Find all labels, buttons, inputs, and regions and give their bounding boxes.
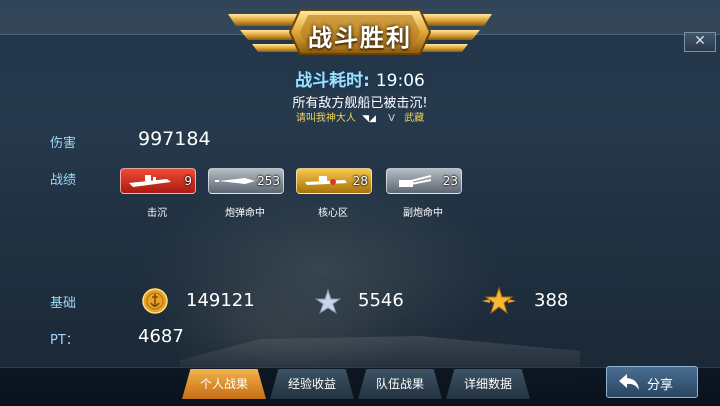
citadel-hit-icon <box>305 176 347 185</box>
secondary-gun-icon <box>399 175 432 187</box>
medal-count: 9 <box>184 174 192 188</box>
medal-sunk[interactable]: 9 <box>120 168 196 194</box>
victory-badge: 战斗胜利 <box>228 4 492 60</box>
vs-label: V <box>388 113 395 124</box>
victory-title: 战斗胜利 <box>308 24 412 52</box>
tab-personal-results[interactable]: 个人战果 <box>182 369 266 399</box>
base-label: 基础 <box>50 296 77 311</box>
medal-label-citadel: 核心区 <box>318 208 348 219</box>
tab-team-results[interactable]: 队伍战果 <box>358 369 442 399</box>
gold-xp-reward: 388 <box>534 290 569 311</box>
damage-label: 伤害 <box>50 136 77 151</box>
matchup-line: 请叫我神大人 ◥◢ V 武藏 <box>0 109 720 124</box>
pt-label: PT： <box>50 333 79 348</box>
warship-sinking-icon <box>129 175 171 187</box>
medal-count: 253 <box>257 174 280 188</box>
medal-label-shell-hit: 炮弹命中 <box>225 208 265 219</box>
medal-label-sunk: 击沉 <box>147 208 167 219</box>
share-label: 分享 <box>647 378 674 393</box>
enemy-name: 武藏 <box>404 113 425 124</box>
player-name: 请叫我神大人 <box>295 113 356 124</box>
close-icon: ✕ <box>694 33 706 49</box>
duration-value: 19:06 <box>375 71 425 91</box>
duration-label: 战斗耗时: <box>295 71 370 91</box>
pt-value: 4687 <box>138 326 184 347</box>
record-label: 战绩 <box>50 173 77 188</box>
share-button[interactable]: 分享 <box>606 366 698 398</box>
medal-citadel[interactable]: 28 <box>296 168 372 194</box>
medal-label-secondary-gun: 副炮命中 <box>403 208 443 219</box>
silver-xp-reward: 5546 <box>358 290 404 311</box>
damage-value: 997184 <box>138 128 211 150</box>
medal-shell-hit[interactable]: 253 <box>208 168 284 194</box>
silver-star-icon <box>314 288 342 319</box>
tab-exp-earnings[interactable]: 经验收益 <box>270 369 354 399</box>
tab-detailed-data[interactable]: 详细数据 <box>446 369 530 399</box>
gold-coin-icon <box>142 288 168 318</box>
gold-star-icon <box>482 286 516 320</box>
share-arrow-icon <box>619 374 639 390</box>
medal-secondary-gun[interactable]: 23 <box>386 168 462 194</box>
medal-count: 28 <box>352 174 368 188</box>
close-button[interactable]: ✕ <box>684 32 716 52</box>
shell-hit-icon <box>215 178 255 184</box>
medal-count: 23 <box>442 174 458 188</box>
battle-duration: 战斗耗时: 19:06 <box>0 66 720 91</box>
vs-arrow-icon: ◥◢ <box>362 114 376 124</box>
gold-reward: 149121 <box>186 290 255 311</box>
